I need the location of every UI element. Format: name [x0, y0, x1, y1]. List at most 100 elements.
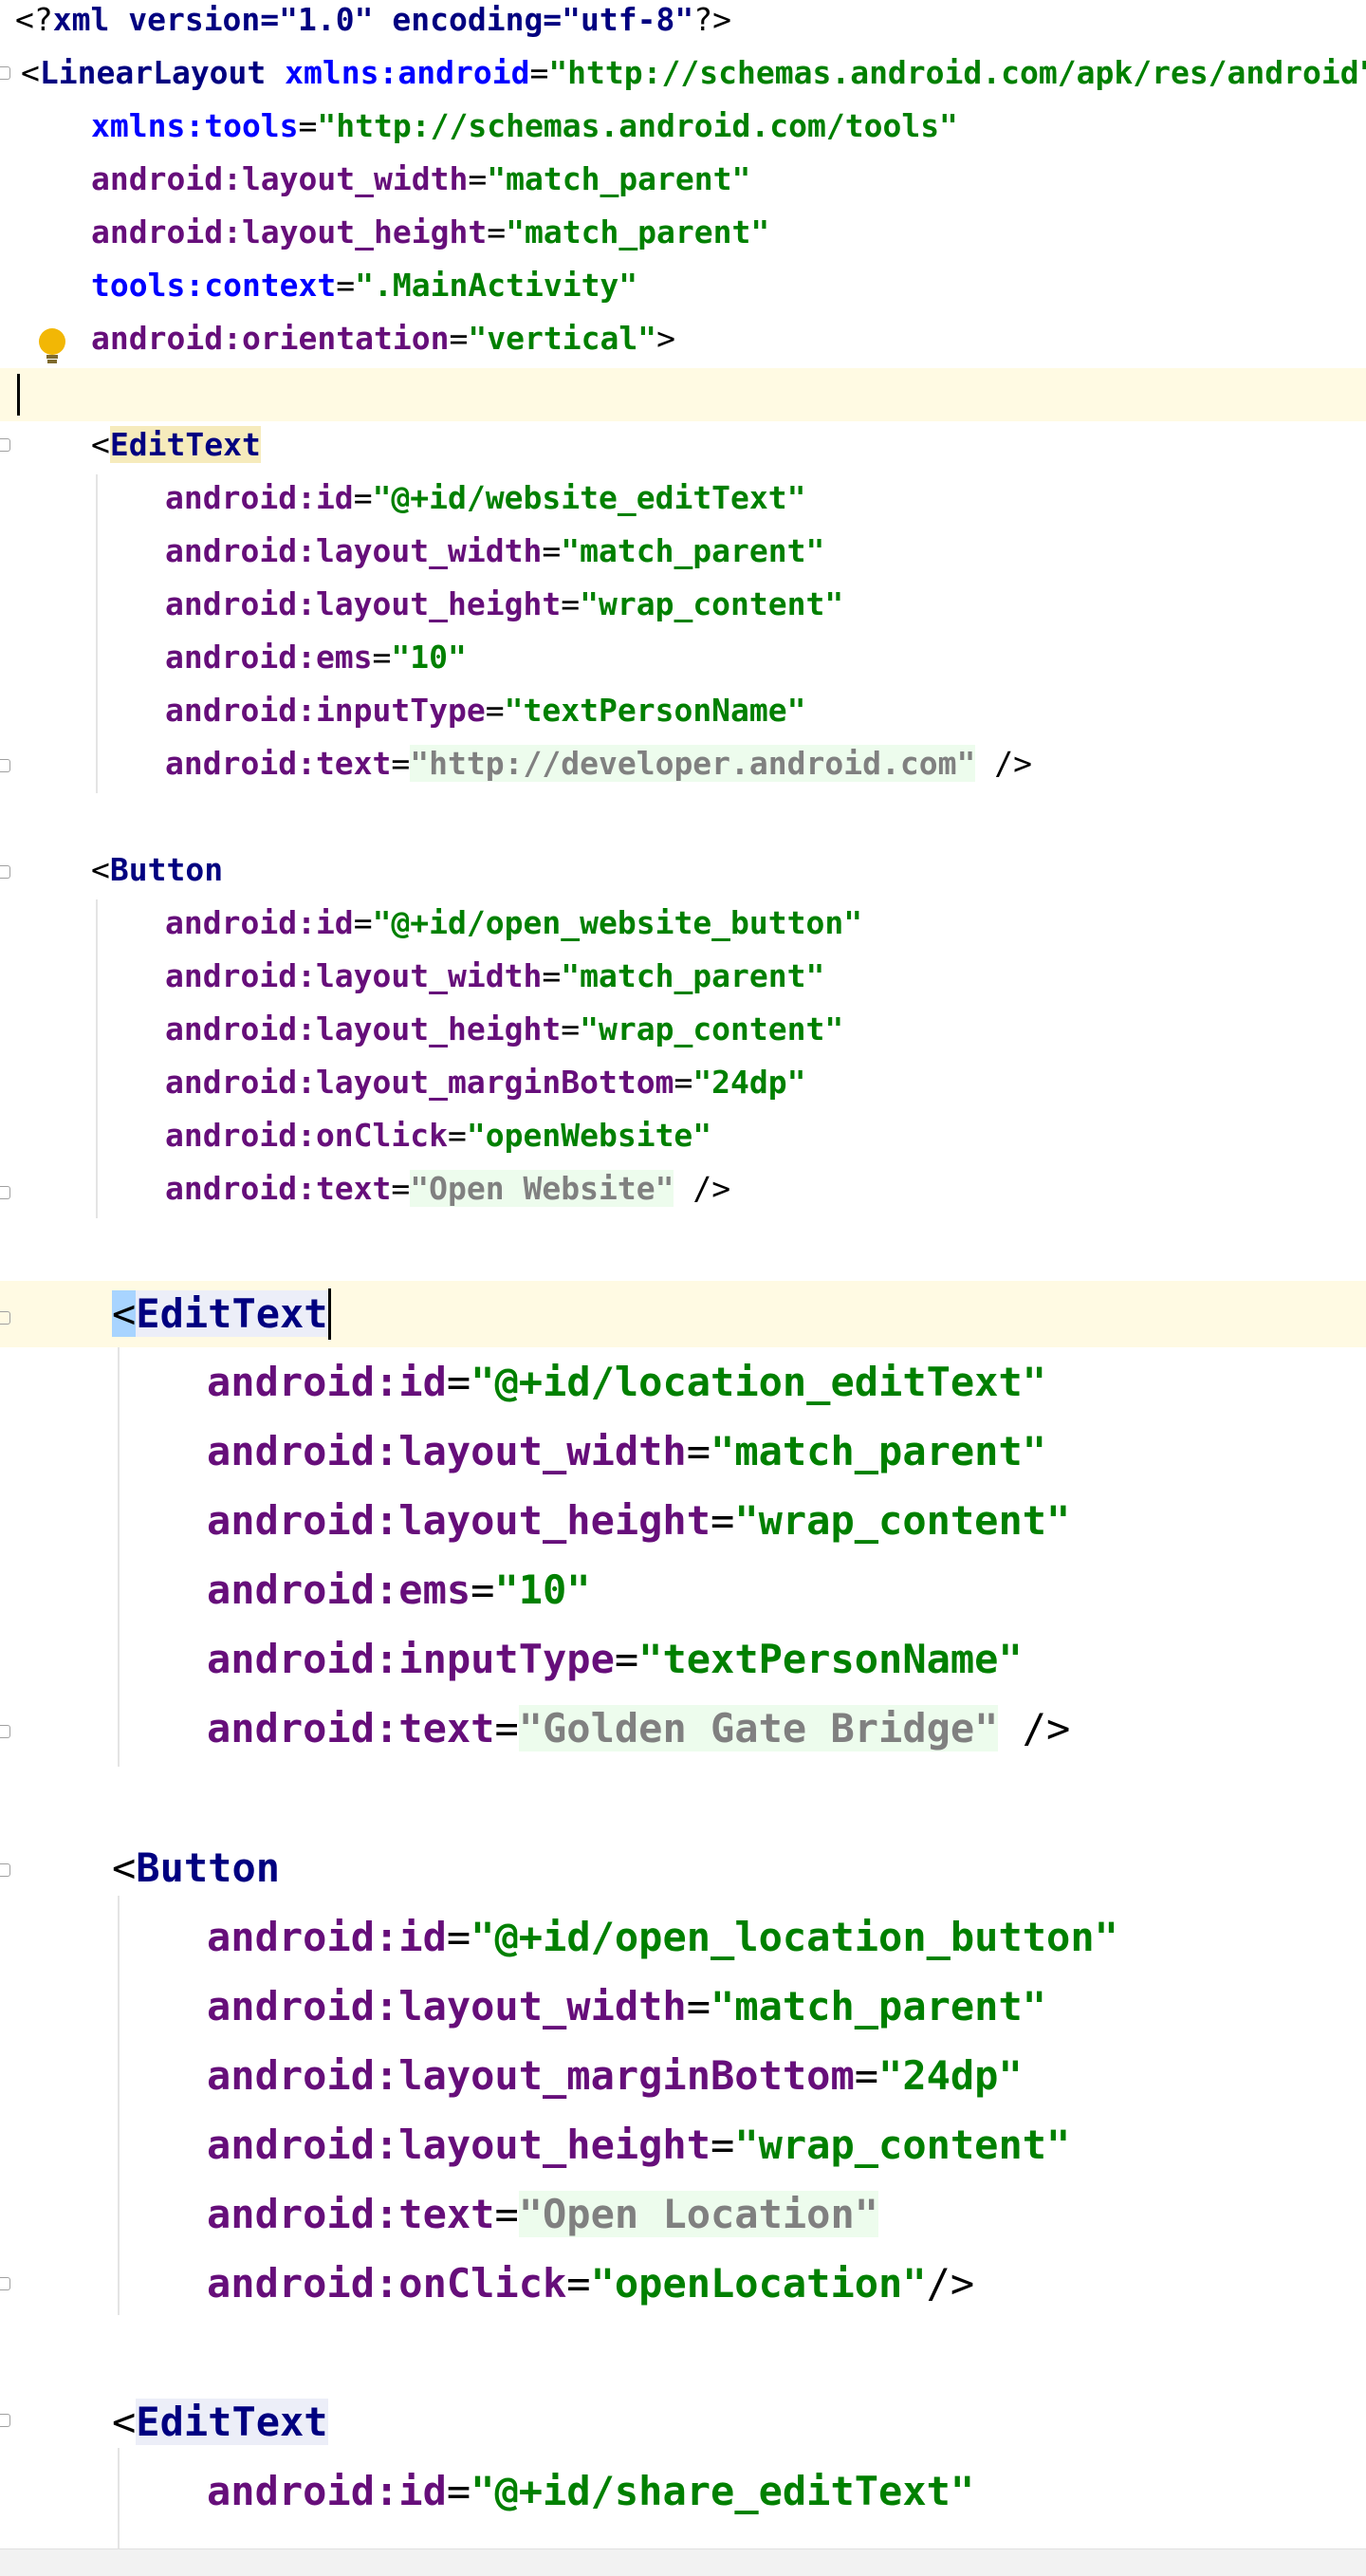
code-token: "Open Website"	[410, 1170, 674, 1207]
code-token: =	[542, 532, 562, 569]
code-token: android:layout_marginBottom	[165, 1064, 674, 1101]
code-token: =	[446, 1359, 471, 1405]
code-token: =	[449, 320, 469, 357]
code-editor[interactable]: <?xml version="1.0" encoding="utf-8"?> <L…	[0, 0, 1366, 2576]
code-token: android:id	[207, 1914, 447, 1960]
code-token: "openWebsite"	[466, 1117, 712, 1154]
code-line-edittext1-width[interactable]: android:layout_width="match_parent"	[165, 535, 1366, 566]
code-token: ?>	[693, 1, 732, 38]
code-token: "match_parent"	[711, 1983, 1047, 2029]
code-token: "wrap_content"	[734, 2122, 1071, 2168]
code-line-edittext2-inputtype[interactable]: android:inputType="textPersonName"	[207, 1640, 1366, 1679]
code-line-ll-orientation[interactable]: android:orientation="vertical">	[91, 323, 1366, 354]
code-token: =	[372, 639, 392, 676]
code-token: =	[566, 2260, 591, 2307]
code-token: "@+id/location_editText"	[471, 1359, 1047, 1405]
code-token: "http://schemas.android.com/tools"	[317, 107, 958, 144]
code-line-button2-height[interactable]: android:layout_height="wrap_content"	[207, 2125, 1366, 2165]
fold-marker[interactable]	[0, 66, 10, 80]
fold-marker[interactable]	[0, 2277, 10, 2290]
code-token: =	[471, 1566, 495, 1613]
code-token: =	[711, 1497, 735, 1544]
code-token: =	[686, 1428, 711, 1474]
fold-marker[interactable]	[0, 1311, 10, 1325]
lightbulb-icon[interactable]	[38, 326, 66, 366]
code-line-edittext1-open[interactable]: <EditText	[91, 426, 1366, 463]
code-token: android:text	[165, 745, 392, 782]
code-line-edittext1-ems[interactable]: android:ems="10"	[165, 641, 1366, 673]
fold-marker[interactable]	[0, 1186, 10, 1199]
code-line-xmlns-tools[interactable]: xmlns:tools="http://schemas.android.com/…	[91, 110, 1366, 141]
fold-marker[interactable]	[0, 865, 10, 879]
code-line-button1-text[interactable]: android:text="Open Website" />	[165, 1170, 1366, 1207]
code-line-button2-text[interactable]: android:text="Open Location"	[207, 2191, 1366, 2237]
code-line-linearlayout-open[interactable]: <LinearLayout xmlns:android="http://sche…	[21, 57, 1366, 88]
code-token: "10"	[494, 1566, 591, 1613]
code-token: android:layout_width	[165, 957, 543, 994]
code-line-edittext2-ems[interactable]: android:ems="10"	[207, 1570, 1366, 1610]
code-token: <	[21, 54, 40, 91]
code-line-button1-open[interactable]: <Button	[91, 854, 1366, 885]
fold-marker[interactable]	[0, 1725, 10, 1738]
code-token: android:layout_width	[207, 1428, 687, 1474]
code-token: "wrap_content"	[734, 1497, 1071, 1544]
code-line-edittext2-open[interactable]: <EditText	[112, 1290, 1366, 1337]
code-line-edittext2-text[interactable]: android:text="Golden Gate Bridge" />	[207, 1705, 1366, 1751]
code-line-button2-open[interactable]: <Button	[112, 1848, 1366, 1888]
code-token: android:layout_height	[165, 585, 562, 622]
indent-guide	[96, 899, 98, 1218]
code-line-ll-layout-height[interactable]: android:layout_height="match_parent"	[91, 216, 1366, 248]
code-token: =	[448, 1117, 467, 1154]
code-line-button1-marginbottom[interactable]: android:layout_marginBottom="24dp"	[165, 1066, 1366, 1098]
code-token: Button	[136, 1844, 281, 1891]
code-token: =	[561, 1010, 581, 1047]
code-line-ll-layout-width[interactable]: android:layout_width="match_parent"	[91, 163, 1366, 195]
code-token: android:layout_width	[165, 532, 543, 569]
code-line-edittext1-text[interactable]: android:text="http://developer.android.c…	[165, 745, 1366, 782]
text-caret	[17, 374, 20, 416]
code-token: android:layout_height	[165, 1010, 562, 1047]
indent-guide	[118, 1347, 120, 1767]
code-token: android:onClick	[207, 2260, 567, 2307]
code-token: "textPersonName"	[504, 692, 806, 729]
code-line-button2-width[interactable]: android:layout_width="match_parent"	[207, 1987, 1366, 2027]
code-line-edittext1-inputtype[interactable]: android:inputType="textPersonName"	[165, 695, 1366, 726]
code-token: android:layout_height	[207, 2122, 711, 2168]
fold-marker[interactable]	[0, 1863, 10, 1877]
code-token: android:id	[207, 1359, 447, 1405]
code-token: <	[112, 1290, 137, 1337]
code-token: "http://schemas.android.com/apk/res/andr…	[548, 54, 1366, 91]
code-token: <	[112, 2399, 137, 2445]
code-line-button1-onclick[interactable]: android:onClick="openWebsite"	[165, 1120, 1366, 1151]
code-line-edittext2-height[interactable]: android:layout_height="wrap_content"	[207, 1501, 1366, 1541]
code-line-ll-tools-context[interactable]: tools:context=".MainActivity"	[91, 269, 1366, 301]
code-line-button1-height[interactable]: android:layout_height="wrap_content"	[165, 1013, 1366, 1045]
code-token: />	[975, 745, 1032, 782]
code-token: =	[487, 213, 507, 250]
code-line-edittext3-open[interactable]: <EditText	[112, 2399, 1366, 2445]
code-line-edittext3-id[interactable]: android:id="@+id/share_editText"	[207, 2472, 1366, 2511]
indent-guide	[118, 1896, 120, 2315]
code-line-edittext2-id[interactable]: android:id="@+id/location_editText"	[207, 1362, 1366, 1402]
code-token: EditText	[136, 1290, 328, 1337]
code-line-edittext1-id[interactable]: android:id="@+id/website_editText"	[165, 482, 1366, 513]
code-line-edittext2-width[interactable]: android:layout_width="match_parent"	[207, 1432, 1366, 1472]
fold-marker[interactable]	[0, 438, 10, 452]
code-token: "@+id/open_website_button"	[372, 904, 863, 941]
code-line-button1-id[interactable]: android:id="@+id/open_website_button"	[165, 907, 1366, 938]
code-line-button2-marginbottom[interactable]: android:layout_marginBottom="24dp"	[207, 2056, 1366, 2096]
fold-marker[interactable]	[0, 2414, 10, 2427]
fold-marker[interactable]	[0, 759, 10, 772]
code-token: "vertical"	[468, 320, 657, 357]
code-token: ".MainActivity"	[355, 267, 638, 304]
code-line-edittext1-height[interactable]: android:layout_height="wrap_content"	[165, 588, 1366, 620]
code-token: Button	[109, 851, 224, 888]
code-token: "match_parent"	[561, 532, 825, 569]
code-line-button2-onclick[interactable]: android:onClick="openLocation"/>	[207, 2264, 1366, 2304]
code-line-xml-decl[interactable]: <?xml version="1.0" encoding="utf-8"?>	[15, 4, 1366, 35]
code-token: "match_parent"	[506, 213, 770, 250]
code-token: "10"	[391, 639, 467, 676]
code-line-button1-width[interactable]: android:layout_width="match_parent"	[165, 960, 1366, 991]
code-line-button2-id[interactable]: android:id="@+id/open_location_button"	[207, 1918, 1366, 1957]
horizontal-scrollbar[interactable]	[0, 2548, 1366, 2576]
